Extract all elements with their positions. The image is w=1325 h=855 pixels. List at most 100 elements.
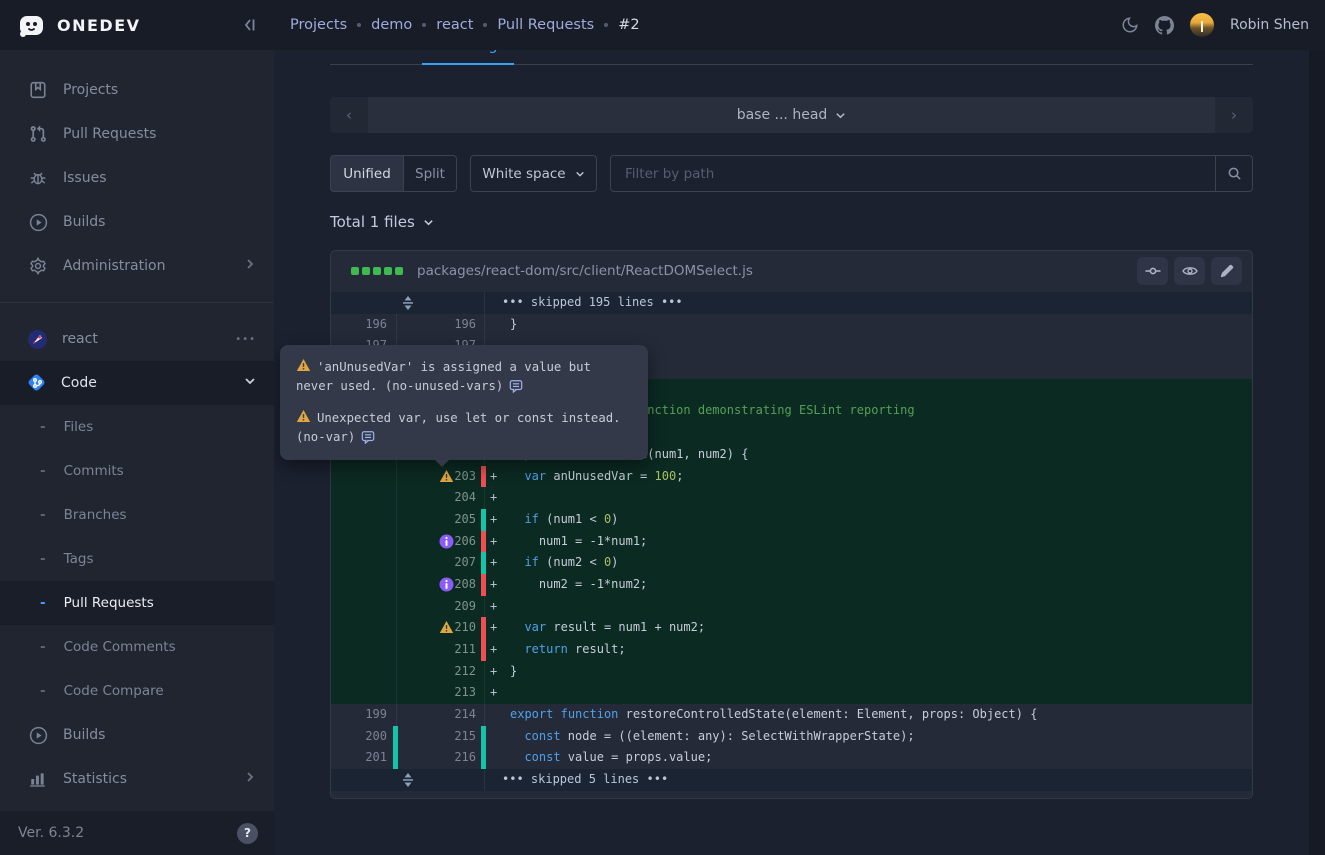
coverage-bar-old-teal — [393, 747, 398, 769]
revision-range-selector[interactable]: base ... head — [368, 97, 1215, 133]
old-line-number[interactable] — [331, 487, 397, 509]
sidebar-subitem-tags[interactable]: -Tags — [0, 537, 274, 581]
split-view-button[interactable]: Split — [404, 155, 457, 192]
tooltip-arrow — [435, 460, 449, 467]
old-line-number[interactable]: 200 — [331, 726, 397, 748]
play-icon — [28, 212, 48, 232]
sidebar-subitem-commits[interactable]: -Commits — [0, 449, 274, 493]
added-marker: + — [490, 574, 497, 596]
dark-mode-moon-icon[interactable] — [1121, 16, 1139, 34]
new-line-number[interactable]: 207 — [397, 552, 485, 574]
sidebar-subitem-branches[interactable]: -Branches — [0, 493, 274, 537]
old-line-number[interactable] — [331, 596, 397, 618]
gear-icon — [28, 256, 48, 276]
project-more-icon[interactable]: ••• — [235, 334, 256, 345]
diff-row: 205+ if (num1 < 0) — [331, 509, 1252, 531]
next-commit-button[interactable]: › — [1215, 97, 1253, 133]
edit-pencil-icon[interactable] — [1211, 257, 1242, 285]
old-line-number[interactable] — [331, 661, 397, 683]
total-files-label: Total 1 files — [330, 213, 415, 231]
new-line-number[interactable]: 214 — [397, 704, 485, 726]
old-line-number[interactable] — [331, 682, 397, 704]
new-line-number[interactable]: 204 — [397, 487, 485, 509]
coverage-bar-red — [481, 617, 486, 639]
filter-by-path-input[interactable] — [611, 156, 1215, 191]
added-marker: + — [490, 682, 497, 704]
new-line-number[interactable]: 209 — [397, 596, 485, 618]
old-line-number[interactable] — [331, 531, 397, 553]
project-avatar-rocket-icon — [28, 330, 47, 349]
tab-code-comments[interactable]: Code Comments — [540, 50, 660, 64]
expand-lines-icon[interactable] — [331, 769, 485, 791]
chevron-right-icon — [244, 771, 256, 787]
dash-icon: - — [40, 463, 46, 479]
old-line-number[interactable] — [331, 639, 397, 661]
new-line-number[interactable]: 211 — [397, 639, 485, 661]
total-files-toggle[interactable]: Total 1 files — [330, 213, 434, 231]
tab-activities[interactable]: Activities — [330, 50, 396, 64]
breadcrumb-item[interactable]: demo — [371, 17, 412, 33]
sidebar-item-projects[interactable]: Projects — [0, 68, 274, 112]
sidebar-subitem-pull-requests[interactable]: -Pull Requests — [0, 581, 274, 625]
github-icon[interactable] — [1155, 16, 1174, 35]
sidebar-subitem-code-compare[interactable]: -Code Compare — [0, 669, 274, 713]
whitespace-dropdown[interactable]: White space — [470, 155, 597, 192]
added-marker: + — [490, 661, 497, 683]
sidebar-item-code[interactable]: Code — [0, 361, 274, 405]
sidebar-item-administration[interactable]: Administration — [0, 244, 274, 288]
new-line-number[interactable]: 212 — [397, 661, 485, 683]
sidebar-subitem-files[interactable]: -Files — [0, 405, 274, 449]
code-line: + if (num1 < 0) — [485, 509, 1252, 531]
old-line-number[interactable] — [331, 466, 397, 488]
sidebar-item-label: Administration — [63, 258, 244, 274]
breadcrumb-item[interactable]: Pull Requests — [497, 17, 594, 33]
commit-option-icon[interactable] — [1137, 257, 1168, 285]
old-line-number[interactable]: 201 — [331, 747, 397, 769]
new-line-number[interactable]: 215 — [397, 726, 485, 748]
search-icon[interactable] — [1215, 156, 1252, 191]
sidebar-project-react[interactable]: react ••• — [0, 317, 274, 361]
added-marker: + — [490, 531, 497, 553]
tab-file-changes[interactable]: File Changes — [422, 50, 514, 65]
sidebar-item-statistics[interactable]: Statistics — [0, 757, 274, 801]
new-line-number[interactable]: 216 — [397, 747, 485, 769]
sidebar-item-issues[interactable]: Issues — [0, 156, 274, 200]
old-line-number[interactable]: 196 — [331, 314, 397, 336]
old-line-number[interactable] — [331, 552, 397, 574]
info-icon[interactable] — [439, 577, 454, 592]
prev-commit-button[interactable]: ‹ — [330, 97, 368, 133]
sidebar-item-builds[interactable]: Builds — [0, 200, 274, 244]
unified-view-button[interactable]: Unified — [330, 155, 404, 192]
diff-stat-block — [373, 267, 381, 275]
breadcrumb-item[interactable]: Projects — [290, 17, 347, 33]
sidebar-bottom-nav: Builds Statistics — [0, 713, 274, 801]
project-name: react — [62, 331, 235, 347]
diff-stat-block — [395, 267, 403, 275]
old-line-number[interactable] — [331, 574, 397, 596]
breadcrumb-item[interactable]: #2 — [618, 17, 639, 33]
chevron-down-icon — [244, 375, 256, 391]
warning-icon[interactable] — [439, 620, 454, 635]
help-icon[interactable]: ? — [237, 823, 258, 844]
whitespace-dropdown-label: White space — [482, 166, 565, 182]
sidebar-item-pull-requests[interactable]: Pull Requests — [0, 112, 274, 156]
sidebar-collapse-icon[interactable] — [242, 17, 258, 33]
view-file-eye-icon[interactable] — [1174, 257, 1205, 285]
sidebar-subitem-code-comments[interactable]: -Code Comments — [0, 625, 274, 669]
old-line-number[interactable] — [331, 509, 397, 531]
info-icon[interactable] — [439, 534, 454, 549]
expand-lines-icon[interactable] — [331, 292, 485, 314]
sidebar-item-builds[interactable]: Builds — [0, 713, 274, 757]
old-line-number[interactable] — [331, 617, 397, 639]
new-line-number[interactable]: 205 — [397, 509, 485, 531]
breadcrumb-item[interactable]: react — [436, 17, 473, 33]
warning-icon[interactable] — [439, 469, 454, 484]
vertical-scrollbar[interactable] — [1309, 50, 1325, 855]
user-avatar[interactable] — [1190, 13, 1214, 37]
new-line-number[interactable]: 213 — [397, 682, 485, 704]
new-line-number[interactable]: 196 — [397, 314, 485, 336]
old-line-number[interactable]: 199 — [331, 704, 397, 726]
user-name[interactable]: Robin Shen — [1230, 17, 1309, 33]
sidebar-item-label: Statistics — [63, 771, 244, 787]
code-line: } — [485, 314, 1252, 336]
